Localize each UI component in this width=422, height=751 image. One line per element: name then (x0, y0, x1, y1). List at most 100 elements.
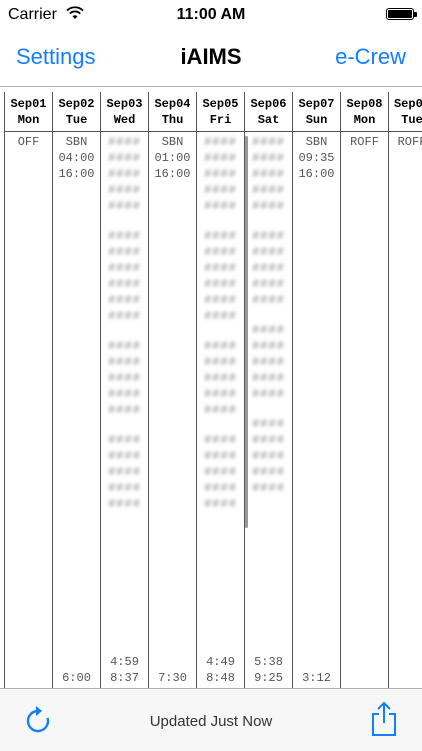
redacted-duty-line: #### (252, 465, 285, 479)
redacted-duty-line: #### (252, 151, 285, 165)
day-column-sep01[interactable]: Sep01 Mon OFF (4, 92, 52, 688)
redacted-duty-line: #### (252, 199, 285, 213)
day-header: Sep04 Thu (149, 92, 196, 132)
duty-line: 16:00 (58, 167, 95, 181)
duty-gap (101, 418, 148, 432)
redacted-duty-line: #### (252, 323, 285, 337)
redacted-duty-line: #### (252, 417, 285, 431)
battery-tip (414, 12, 417, 17)
scroll-indicator[interactable] (245, 136, 248, 528)
total-line: 4:49 (206, 655, 235, 669)
duty-gap (245, 308, 292, 322)
redacted-duty-line: #### (108, 183, 141, 197)
duty-gap (197, 418, 244, 432)
redacted-duty-line: #### (252, 481, 285, 495)
day-header: Sep07 Sun (293, 92, 340, 132)
day-duties: SBN 01:00 16:00 (149, 132, 196, 182)
redacted-duty-line: #### (108, 135, 141, 149)
bottom-toolbar: Updated Just Now (0, 688, 422, 751)
duty-gap (245, 214, 292, 228)
redacted-duty-line: #### (108, 199, 141, 213)
duty-gap (101, 324, 148, 338)
day-column-sep08[interactable]: Sep08 Mon ROFF (340, 92, 388, 688)
day-header: Sep05 Fri (197, 92, 244, 132)
day-weekday: Mon (353, 113, 376, 127)
redacted-duty-line: #### (204, 293, 237, 307)
redacted-duty-line: #### (204, 309, 237, 323)
duty-line: SBN (161, 135, 184, 149)
redacted-duty-line: #### (204, 229, 237, 243)
day-column-sep04[interactable]: Sep04 Thu SBN 01:00 16:00 7:30 (148, 92, 196, 688)
redacted-duty-line: #### (252, 261, 285, 275)
redacted-duty-line: #### (204, 403, 237, 417)
redacted-duty-line: #### (204, 497, 237, 511)
redacted-duty-line: #### (204, 355, 237, 369)
total-line: 5:38 (254, 655, 283, 669)
total-line: 9:25 (254, 671, 283, 685)
redacted-duty-line: #### (204, 339, 237, 353)
redacted-duty-line: #### (204, 387, 237, 401)
redacted-duty-line: #### (108, 465, 141, 479)
status-bar: Carrier 11:00 AM (0, 0, 422, 30)
redacted-duty-line: #### (108, 339, 141, 353)
redacted-duty-line: #### (252, 293, 285, 307)
redacted-duty-line: #### (108, 309, 141, 323)
day-date: Sep09 (393, 97, 422, 111)
redacted-duty-line: #### (108, 449, 141, 463)
day-weekday: Sun (305, 113, 328, 127)
duty-gap (245, 402, 292, 416)
duty-line: 01:00 (154, 151, 191, 165)
total-line: 4:59 (110, 655, 139, 669)
day-totals: 3:12 (293, 670, 340, 686)
duty-gap (101, 214, 148, 228)
total-line: 8:48 (206, 671, 235, 685)
day-duties: OFF (5, 132, 52, 150)
redacted-duty-line: #### (252, 371, 285, 385)
duty-gap (197, 214, 244, 228)
day-duties: #### #### #### #### #### #### #### #### #### ####… (245, 132, 292, 496)
duty-line: 04:00 (58, 151, 95, 165)
redacted-duty-line: #### (108, 229, 141, 243)
day-column-sep07[interactable]: Sep07 Sun SBN 09:35 16:00 3:12 (292, 92, 340, 688)
day-totals: 5:38 9:25 (245, 654, 292, 686)
day-header: Sep06 Sat (245, 92, 292, 132)
day-column-sep06[interactable]: Sep06 Sat #### #### #### #### #### #### #### ####… (244, 92, 292, 688)
redacted-duty-line: #### (204, 449, 237, 463)
redacted-duty-line: #### (204, 245, 237, 259)
redacted-duty-line: #### (252, 355, 285, 369)
redacted-duty-line: #### (108, 355, 141, 369)
navigation-bar: Settings iAIMS e-Crew (0, 30, 422, 87)
redacted-duty-line: #### (108, 481, 141, 495)
day-column-sep05[interactable]: Sep05 Fri #### #### #### #### #### #### #### ####… (196, 92, 244, 688)
day-duties: #### #### #### #### #### #### #### #### #### ####… (197, 132, 244, 512)
day-column-sep03[interactable]: Sep03 Wed #### #### #### #### #### #### #### ####… (100, 92, 148, 688)
e-crew-button[interactable]: e-Crew (335, 44, 406, 70)
duty-line: 16:00 (154, 167, 191, 181)
day-totals: 6:00 (53, 670, 100, 686)
redacted-duty-line: #### (108, 403, 141, 417)
day-totals: 7:30 (149, 670, 196, 686)
day-weekday: Fri (209, 113, 232, 127)
day-column-sep02[interactable]: Sep02 Tue SBN 04:00 16:00 6:00 (52, 92, 100, 688)
day-column-sep09[interactable]: Sep09 Tue ROFF (388, 92, 422, 688)
redacted-duty-line: #### (108, 277, 141, 291)
total-line: 7:30 (158, 671, 187, 685)
redacted-duty-line: #### (252, 245, 285, 259)
duty-line: OFF (17, 135, 40, 149)
day-date: Sep02 (58, 97, 95, 111)
redacted-duty-line: #### (252, 135, 285, 149)
redacted-duty-line: #### (252, 449, 285, 463)
redacted-duty-line: #### (204, 135, 237, 149)
duty-line: ROFF (350, 135, 379, 149)
day-header: Sep02 Tue (53, 92, 100, 132)
duty-line: 09:35 (298, 151, 335, 165)
roster-grid[interactable]: Sep01 Mon OFF Sep02 Tue SBN 04:00 16:00 6:00 Sep0… (0, 88, 422, 688)
duty-line: 16:00 (298, 167, 335, 181)
day-totals: 4:59 8:37 (101, 654, 148, 686)
day-date: Sep03 (106, 97, 143, 111)
redacted-duty-line: #### (108, 497, 141, 511)
share-icon[interactable] (370, 701, 398, 737)
day-weekday: Thu (161, 113, 184, 127)
redacted-duty-line: #### (204, 151, 237, 165)
day-header: Sep03 Wed (101, 92, 148, 132)
